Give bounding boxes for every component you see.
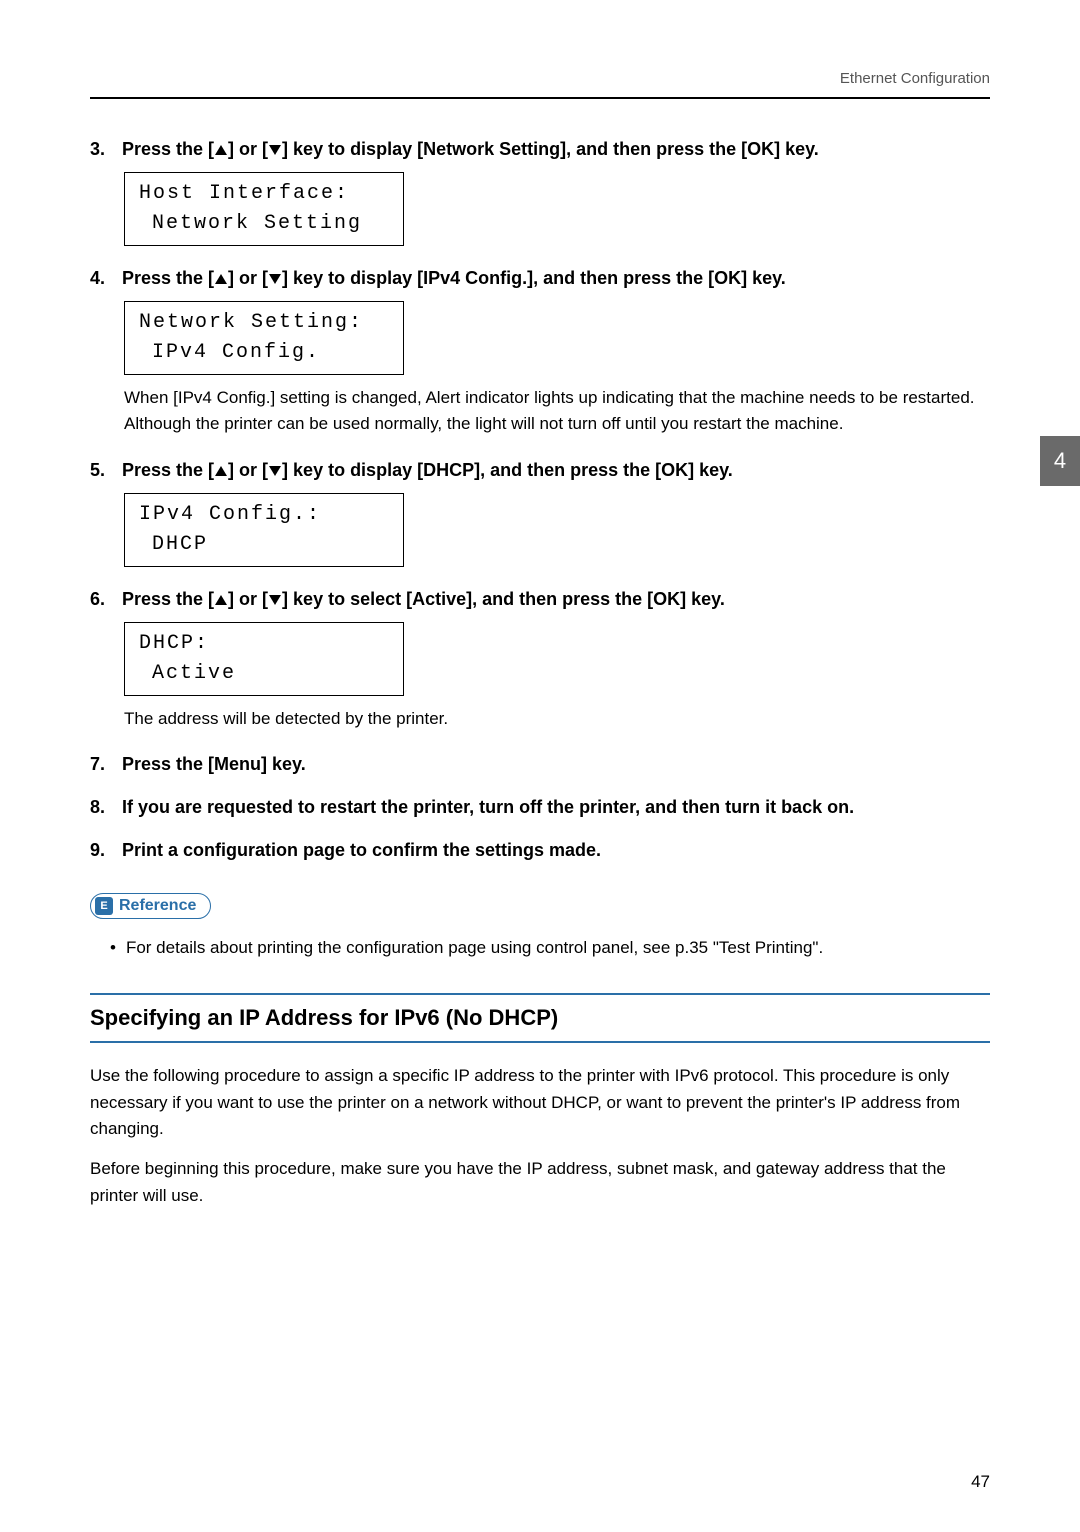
txt: ] key to select [Active], and then press… bbox=[282, 589, 725, 609]
lcd-line2: IPv4 Config. bbox=[152, 338, 389, 368]
lcd-display-6: DHCP: Active bbox=[124, 622, 404, 696]
section-ipv6: Specifying an IP Address for IPv6 (No DH… bbox=[90, 993, 990, 1209]
bullet-icon: • bbox=[110, 935, 116, 961]
step-number: 6. bbox=[90, 589, 122, 610]
lcd-display-5: IPv4 Config.: DHCP bbox=[124, 493, 404, 567]
txt: ] key to display [DHCP], and then press … bbox=[282, 460, 733, 480]
lcd-display-3: Host Interface: Network Setting bbox=[124, 172, 404, 246]
step-4-text: Press the [ ] or [ ] key to display [IPv4 … bbox=[122, 268, 786, 289]
down-arrow-icon bbox=[269, 274, 281, 284]
txt: Press the [ bbox=[122, 460, 214, 480]
txt: Press the [ bbox=[122, 139, 214, 159]
step-number: 8. bbox=[90, 797, 122, 818]
section-bottom-rule bbox=[90, 1041, 990, 1043]
txt: ] key to display [Network Setting], and … bbox=[282, 139, 819, 159]
step-6-text: Press the [ ] or [ ] key to select [Active… bbox=[122, 589, 725, 610]
txt: ] or [ bbox=[228, 589, 268, 609]
reference-text: For details about printing the configura… bbox=[126, 935, 823, 961]
step-number: 5. bbox=[90, 460, 122, 481]
lcd-display-4: Network Setting: IPv4 Config. bbox=[124, 301, 404, 375]
txt: ] or [ bbox=[228, 268, 268, 288]
step-4-note: When [IPv4 Config.] setting is changed, … bbox=[124, 385, 990, 438]
reference-icon: E bbox=[95, 897, 113, 915]
up-arrow-icon bbox=[215, 466, 227, 476]
header-right: Ethernet Configuration bbox=[90, 70, 990, 87]
down-arrow-icon bbox=[269, 466, 281, 476]
section-para-2: Before beginning this procedure, make su… bbox=[90, 1156, 990, 1209]
lcd-line1: Host Interface: bbox=[139, 179, 389, 209]
step-9: 9. Print a configuration page to confirm… bbox=[90, 840, 990, 861]
lcd-line1: IPv4 Config.: bbox=[139, 500, 389, 530]
step-7: 7. Press the [Menu] key. bbox=[90, 754, 990, 775]
reference-badge: E Reference bbox=[90, 893, 211, 919]
txt: Press the [ bbox=[122, 268, 214, 288]
step-number: 9. bbox=[90, 840, 122, 861]
step-4: 4. Press the [ ] or [ ] key to display [IP… bbox=[90, 268, 990, 289]
step-3-text: Press the [ ] or [ ] key to display [Netwo… bbox=[122, 139, 819, 160]
down-arrow-icon bbox=[269, 595, 281, 605]
down-arrow-icon bbox=[269, 145, 281, 155]
reference-label: Reference bbox=[119, 897, 196, 915]
step-7-text: Press the [Menu] key. bbox=[122, 754, 306, 775]
txt: ] or [ bbox=[228, 460, 268, 480]
header-rule bbox=[90, 97, 990, 99]
chapter-tab: 4 bbox=[1040, 436, 1080, 486]
step-6-note: The address will be detected by the prin… bbox=[124, 706, 990, 732]
up-arrow-icon bbox=[215, 274, 227, 284]
step-number: 3. bbox=[90, 139, 122, 160]
step-5-text: Press the [ ] or [ ] key to display [DHCP]… bbox=[122, 460, 733, 481]
step-5: 5. Press the [ ] or [ ] key to display [DH… bbox=[90, 460, 990, 481]
up-arrow-icon bbox=[215, 595, 227, 605]
lcd-line2: Network Setting bbox=[152, 209, 389, 239]
lcd-line1: DHCP: bbox=[139, 629, 389, 659]
txt: Press the [ bbox=[122, 589, 214, 609]
reference-bullet: • For details about printing the configu… bbox=[110, 935, 990, 961]
step-6: 6. Press the [ ] or [ ] key to select [Act… bbox=[90, 589, 990, 610]
step-8: 8. If you are requested to restart the p… bbox=[90, 797, 990, 818]
step-number: 4. bbox=[90, 268, 122, 289]
step-number: 7. bbox=[90, 754, 122, 775]
section-top-rule bbox=[90, 993, 990, 995]
lcd-line2: Active bbox=[152, 659, 389, 689]
lcd-line1: Network Setting: bbox=[139, 308, 389, 338]
section-para-1: Use the following procedure to assign a … bbox=[90, 1063, 990, 1142]
step-8-text: If you are requested to restart the prin… bbox=[122, 797, 854, 818]
page-number: 47 bbox=[971, 1472, 990, 1492]
section-title: Specifying an IP Address for IPv6 (No DH… bbox=[90, 1005, 990, 1031]
lcd-line2: DHCP bbox=[152, 530, 389, 560]
up-arrow-icon bbox=[215, 145, 227, 155]
step-3: 3. Press the [ ] or [ ] key to display [Ne… bbox=[90, 139, 990, 160]
step-9-text: Print a configuration page to confirm th… bbox=[122, 840, 601, 861]
txt: ] key to display [IPv4 Config.], and the… bbox=[282, 268, 786, 288]
txt: ] or [ bbox=[228, 139, 268, 159]
